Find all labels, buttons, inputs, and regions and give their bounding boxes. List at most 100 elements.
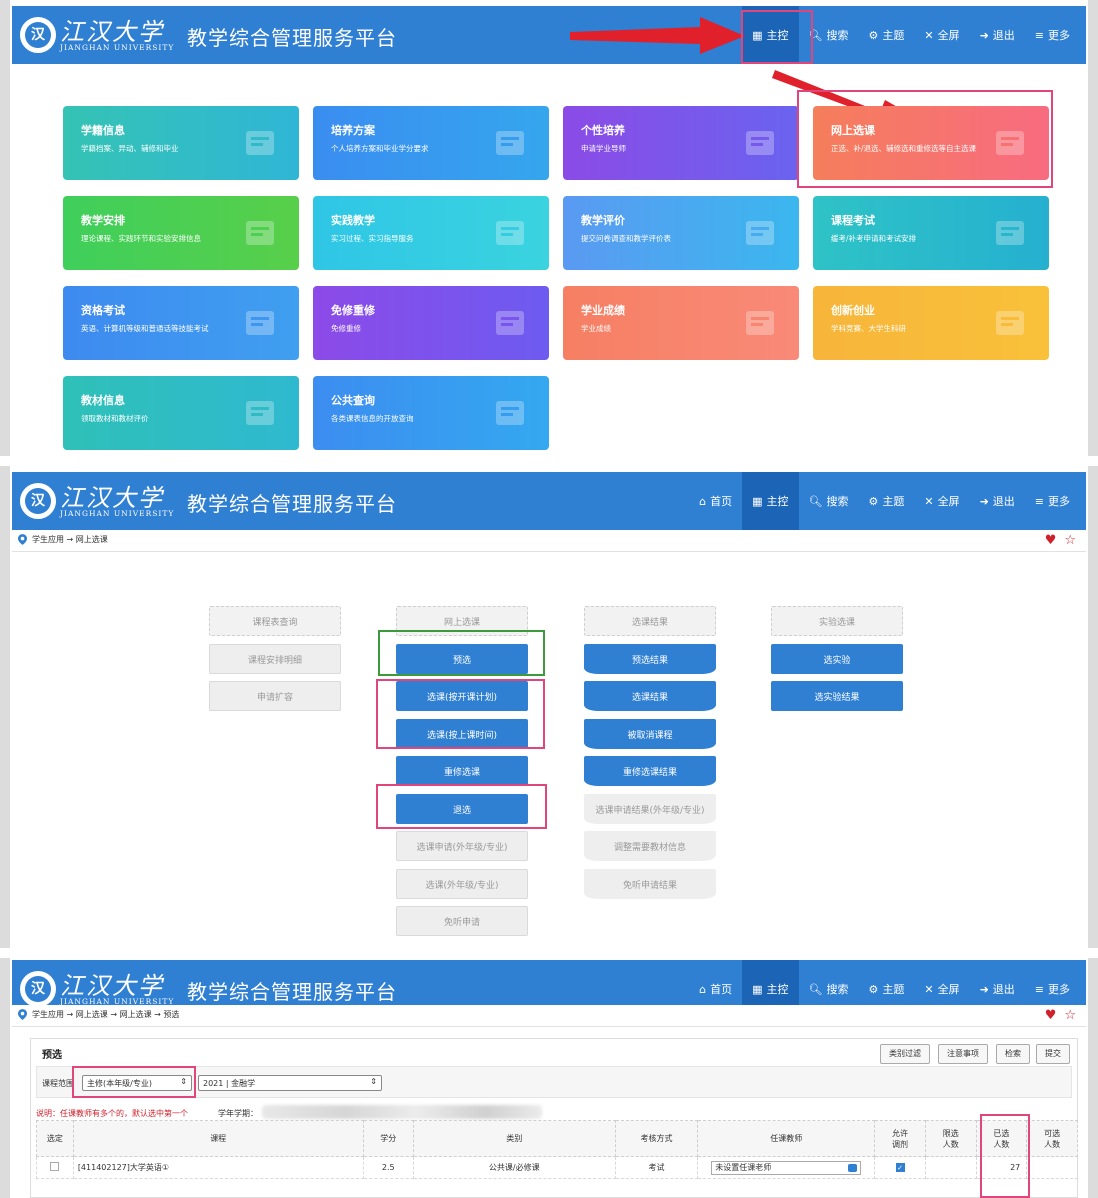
logout-icon: ➜ [979,494,989,508]
menu-button-0-0[interactable]: 课程表查询 [209,606,341,636]
favorite-controls: ♥ ☆ [1045,533,1076,548]
menu-button-2-4[interactable]: 重修选课结果 [584,756,716,786]
tile-9[interactable]: 免修重修 免修重修 [313,286,549,360]
menu-button-1-6[interactable]: 选课申请(外年级/专业) [396,831,528,861]
tile-5[interactable]: 实践教学 实习过程、实习指导服务 [313,196,549,270]
books-icon [496,311,524,335]
category-filter-button[interactable]: 类别过滤 [880,1044,930,1064]
nav-label: 搜索 [826,983,849,996]
tile-desc: 提交问卷调查和教学评价表 [581,234,671,243]
score-card-icon [746,311,774,335]
menu-button-1-8[interactable]: 免听申请 [396,906,528,936]
tile-1[interactable]: 培养方案 个人培养方案和毕业学分要求 [313,106,549,180]
menu-button-0-1[interactable]: 课程安排明细 [209,644,341,674]
tile-13[interactable]: 公共查询 各类课表信息的开放查询 [313,376,549,450]
tile-7[interactable]: 课程考试 缓考/补考申请和考试安排 [813,196,1049,270]
term-value-blurred [262,1105,542,1119]
arrow-to-main-control [570,17,745,54]
menu-button-3-1[interactable]: 选实验 [771,644,903,674]
tile-11[interactable]: 创新创业 学科竞赛、大学生科研 [813,286,1049,360]
menu-button-3-0[interactable]: 实验选课 [771,606,903,636]
exam-cell: 考试 [614,1156,699,1179]
nav-logout[interactable]: ➜ 退出 [970,472,1025,530]
submit-button[interactable]: 提交 [1036,1044,1070,1064]
certificate-icon [246,311,274,335]
table-row[interactable]: [411402127]大学英语① 2.5 公共课/必修课 考试 未设置任课老师 … [36,1156,1078,1179]
tile-desc: 正选、补/退选、辅修选和重修选等自主选课 [831,144,977,153]
nav-main-control[interactable]: ▦ 主控 [742,472,799,530]
menu-button-1-0[interactable]: 网上选课 [396,606,528,636]
col-header-text: 可选人数 [1044,1128,1061,1149]
row-checkbox[interactable] [50,1162,60,1171]
menu-button-2-7[interactable]: 免听申请结果 [584,869,716,899]
course-range-select[interactable]: 主修(本年级/专业) ⇕ [82,1075,192,1091]
favorite-controls: ♥ ☆ [1045,1008,1076,1023]
tile-12[interactable]: 教材信息 领取教材和教材评价 [63,376,299,450]
menu-button-1-1[interactable]: 预选 [396,644,528,674]
menu-button-1-2[interactable]: 选课(按开课计划) [396,681,528,711]
top-nav: ⌂ 首页 ▦ 主控 🔍︎ 搜索 ⚙ 主题 ✕ 全屏 ➜ 退出 ≡ 更多 [689,472,1080,530]
nav-label: 退出 [992,983,1015,996]
tile-4[interactable]: 教学安排 理论课程、实践环节和实验安排信息 [63,196,299,270]
nav-label: 主控 [766,495,789,508]
star-icon[interactable]: ☆ [1064,533,1076,548]
nav-more[interactable]: ≡ 更多 [1025,472,1080,530]
calendar-grid-icon [246,221,274,245]
menu-button-1-3[interactable]: 选课(按上课时间) [396,719,528,749]
tile-desc: 免修重修 [331,324,361,333]
course-cell: [411402127]大学英语① [72,1156,364,1179]
menu-button-2-6[interactable]: 调整需要教材信息 [584,831,716,861]
menu-button-2-1[interactable]: 预选结果 [584,644,716,674]
menu-button-2-5[interactable]: 选课申请结果(外年级/专业) [584,794,716,824]
tile-desc: 学业成绩 [581,324,611,333]
frame-border-left [0,958,10,1198]
tile-8[interactable]: 资格考试 英语、计算机等级和普通话等技能考试 [63,286,299,360]
location-pin-icon [18,534,27,545]
search-button[interactable]: 检索 [996,1044,1030,1064]
col-header: 选定 [36,1120,74,1157]
app-header: 汉 江汉大学 JIANGHAN UNIVERSITY 教学综合管理服务平台 ⌂ 首… [12,472,1086,530]
col-header: 任课教师 [697,1120,876,1157]
allow-checkbox[interactable]: ✓ [895,1163,905,1172]
tile-0[interactable]: 学籍信息 学籍档案、异动、辅修和毕业 [63,106,299,180]
menu-button-1-4[interactable]: 重修选课 [396,756,528,786]
tile-desc: 各类课表信息的开放查询 [331,414,414,423]
available-cell [1026,1156,1078,1179]
col-header-text: 已选人数 [993,1128,1010,1149]
nav-fullscreen[interactable]: ✕ 全屏 [914,472,969,530]
menu-button-3-2[interactable]: 选实验结果 [771,681,903,711]
home-icon: ⌂ [699,982,707,996]
tile-2[interactable]: 个性培养 申请学业导师 [563,106,799,180]
course-range-value: 主修(本年级/专业) [87,1079,152,1088]
tile-6[interactable]: 教学评价 提交问卷调查和教学评价表 [563,196,799,270]
tile-desc: 个人培养方案和毕业学分要求 [331,144,429,153]
heart-icon[interactable]: ♥ [1045,533,1057,548]
flag-icon [496,221,524,245]
nav-theme[interactable]: ⚙ 主题 [858,472,914,530]
major-select[interactable]: 2021 | 金融学 ⇕ [198,1075,382,1091]
nav-label: 全屏 [937,983,960,996]
tile-10[interactable]: 学业成绩 学业成绩 [563,286,799,360]
nav-home[interactable]: ⌂ 首页 [689,472,742,530]
chart-icon [996,311,1024,335]
menu-button-2-0[interactable]: 选课结果 [584,606,716,636]
menu-button-2-2[interactable]: 选课结果 [584,681,716,711]
star-icon[interactable]: ☆ [1064,1008,1076,1023]
teacher-select[interactable]: 未设置任课老师 [711,1160,862,1175]
menu-button-0-2[interactable]: 申请扩容 [209,681,341,711]
notes-button[interactable]: 注意事项 [938,1044,988,1064]
menu-button-2-3[interactable]: 被取消课程 [584,719,716,749]
teacher-cell: 未设置任课老师 [697,1156,876,1179]
frame-border-right [1088,466,1098,948]
col-header: 课程 [72,1120,364,1157]
menu-button-1-5[interactable]: 退选 [396,794,528,824]
menu-button-1-7[interactable]: 选课(外年级/专业) [396,869,528,899]
tile-3[interactable]: 网上选课 正选、补/退选、辅修选和重修选等自主选课 [813,106,1049,180]
heart-icon[interactable]: ♥ [1045,1008,1057,1023]
credit-cell: 2.5 [362,1156,414,1179]
menu-icon: ≡ [1034,494,1044,508]
menu-icon: ≡ [1034,982,1044,996]
nav-search[interactable]: 🔍︎ 搜索 [799,472,859,530]
select-arrow-icon: ⇕ [180,1077,187,1086]
nav-label: 首页 [710,983,733,996]
